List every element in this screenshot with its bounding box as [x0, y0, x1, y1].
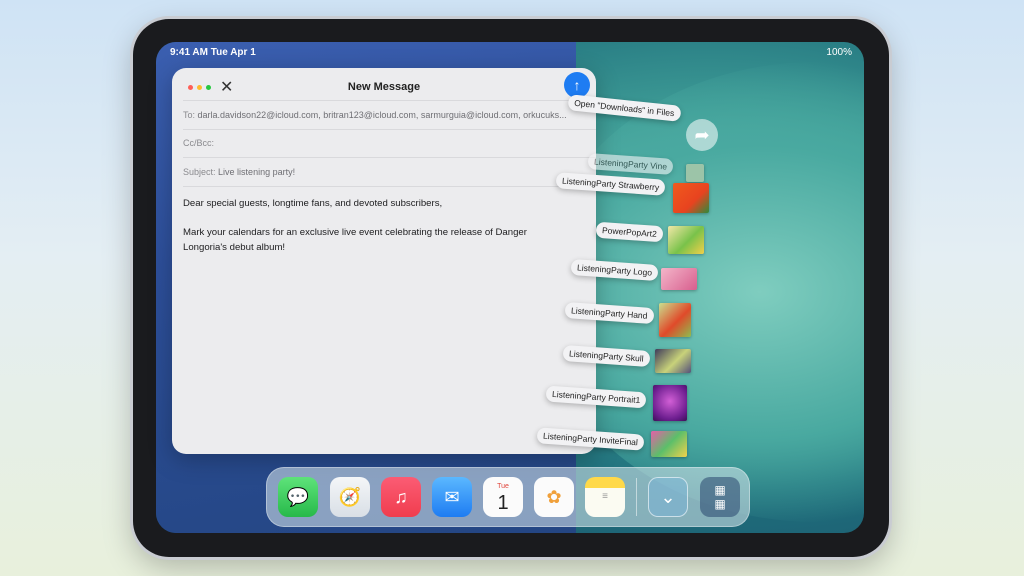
thumbnail-hand: [659, 303, 691, 337]
compose-title: New Message: [347, 81, 421, 93]
subject-field[interactable]: Subject: Live listening party!: [183, 158, 596, 187]
thumbnail-skull: [655, 349, 691, 373]
calendar-date: 1: [497, 492, 509, 514]
share-arrow-icon[interactable]: ➦: [686, 119, 718, 151]
status-time: 9:41 AM Tue Apr 1: [170, 47, 256, 58]
to-field[interactable]: To: darla.davidson22@icloud.com, britran…: [183, 100, 596, 130]
thumbnail-invite: [651, 431, 687, 457]
thumbnail-powerpop: [668, 226, 704, 254]
calendar-day: Tue: [497, 483, 509, 490]
downloads-icon[interactable]: ⌄: [648, 477, 688, 517]
safari-icon[interactable]: 🧭: [330, 477, 370, 517]
subject-value[interactable]: Live listening party!: [218, 167, 295, 177]
music-icon[interactable]: ♫: [381, 477, 421, 517]
message-body[interactable]: Dear special guests, longtime fans, and …: [183, 196, 573, 269]
status-battery: 100%: [826, 47, 852, 58]
app-library-icon[interactable]: ▦ ▦: [700, 477, 740, 517]
mail-icon[interactable]: ✉: [432, 477, 472, 517]
calendar-icon[interactable]: Tue 1: [483, 477, 523, 517]
photos-icon[interactable]: ✿: [534, 477, 574, 517]
thumbnail-logo: [661, 268, 697, 290]
thumbnail-strawberry: [673, 183, 709, 213]
dock-divider: [636, 478, 637, 516]
arrow-up-icon: ↑: [573, 77, 581, 93]
cc-bcc-field[interactable]: Cc/Bcc:: [183, 129, 596, 158]
thumbnail-vine: [686, 164, 704, 182]
messages-icon[interactable]: 💬: [278, 477, 318, 517]
to-label: To:: [183, 110, 196, 120]
to-value[interactable]: darla.davidson22@icloud.com, britran123@…: [198, 110, 567, 120]
thumbnail-portrait: [653, 385, 687, 421]
cc-label: Cc/Bcc:: [183, 138, 215, 148]
body-paragraph-1: Dear special guests, longtime fans, and …: [183, 198, 443, 209]
subject-label: Subject:: [183, 167, 216, 177]
mail-compose-window: ✕ New Message ↑ To: darla.davidson22@icl…: [172, 68, 596, 454]
body-paragraph-2: Mark your calendars for an exclusive liv…: [183, 227, 527, 253]
notes-icon[interactable]: ≡: [585, 477, 625, 517]
